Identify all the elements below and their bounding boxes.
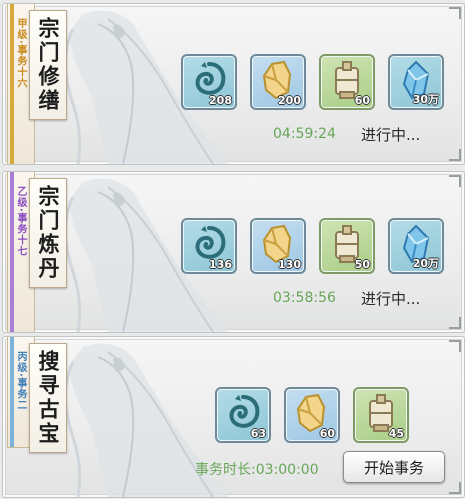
corner-ornament (449, 7, 461, 19)
item-quantity: 30万 (412, 93, 439, 106)
reward-item[interactable]: 20万 (388, 218, 444, 274)
item-quantity: 20万 (412, 257, 439, 270)
reward-item[interactable]: 30万 (388, 54, 444, 110)
reward-items: 63 60 45 (215, 387, 409, 443)
task-grade-tag: 丙级·事务二 搜寻古宝 (7, 337, 67, 453)
item-quantity: 208 (209, 94, 232, 107)
corner-ornament (449, 175, 461, 187)
corner-ornament (449, 340, 461, 352)
task-title: 宗门修缮 (36, 17, 61, 113)
reward-item[interactable]: 130 (250, 218, 306, 274)
task-grade-label: 乙级·事务十七 (15, 186, 26, 257)
corner-ornament (449, 482, 461, 494)
reward-item[interactable]: 60 (319, 54, 375, 110)
task-timer: 03:58:56 (273, 290, 336, 306)
task-title: 宗门炼丹 (36, 185, 61, 281)
item-quantity: 63 (250, 427, 266, 440)
task-title-plaque: 搜寻古宝 (29, 343, 67, 453)
corner-ornament (449, 149, 461, 161)
item-quantity: 200 (278, 94, 301, 107)
reward-item[interactable]: 50 (319, 218, 375, 274)
task-timer: 04:59:24 (273, 126, 336, 142)
start-task-button[interactable]: 开始事务 (343, 451, 445, 483)
task-card-2: 乙级·事务十七 宗门炼丹 136 130 50 20万 03:58:56 进行中… (2, 171, 465, 333)
reward-item[interactable]: 208 (181, 54, 237, 110)
reward-item[interactable]: 200 (250, 54, 306, 110)
corner-ornament (449, 317, 461, 329)
duration-value: 03:00:00 (255, 462, 319, 478)
task-status: 进行中... (361, 126, 421, 144)
reward-item[interactable]: 136 (181, 218, 237, 274)
item-quantity: 130 (278, 258, 301, 271)
task-duration: 事务时长:03:00:00 (195, 459, 319, 479)
item-quantity: 60 (354, 94, 370, 107)
task-title: 搜寻古宝 (36, 350, 61, 446)
item-quantity: 50 (354, 258, 370, 271)
duration-label: 事务时长: (195, 462, 256, 478)
item-quantity: 45 (388, 427, 404, 440)
reward-item[interactable]: 60 (284, 387, 340, 443)
task-grade-label: 甲级·事务十六 (15, 18, 26, 89)
reward-items: 136 130 50 20万 (181, 218, 444, 274)
task-title-plaque: 宗门炼丹 (29, 178, 67, 288)
task-grade-tag: 乙级·事务十七 宗门炼丹 (7, 172, 67, 332)
item-quantity: 136 (209, 258, 232, 271)
task-card-1: 甲级·事务十六 宗门修缮 208 200 60 30万 04:59:24 进行中… (2, 3, 465, 165)
task-status: 进行中... (361, 290, 421, 308)
reward-item[interactable]: 63 (215, 387, 271, 443)
task-card-3: 丙级·事务二 搜寻古宝 63 60 45 事务时长:03:00:00 开始事务 (2, 336, 465, 498)
task-grade-tag: 甲级·事务十六 宗门修缮 (7, 4, 67, 164)
reward-item[interactable]: 45 (353, 387, 409, 443)
task-title-plaque: 宗门修缮 (29, 10, 67, 120)
reward-items: 208 200 60 30万 (181, 54, 444, 110)
item-quantity: 60 (319, 427, 335, 440)
task-grade-label: 丙级·事务二 (15, 351, 26, 411)
